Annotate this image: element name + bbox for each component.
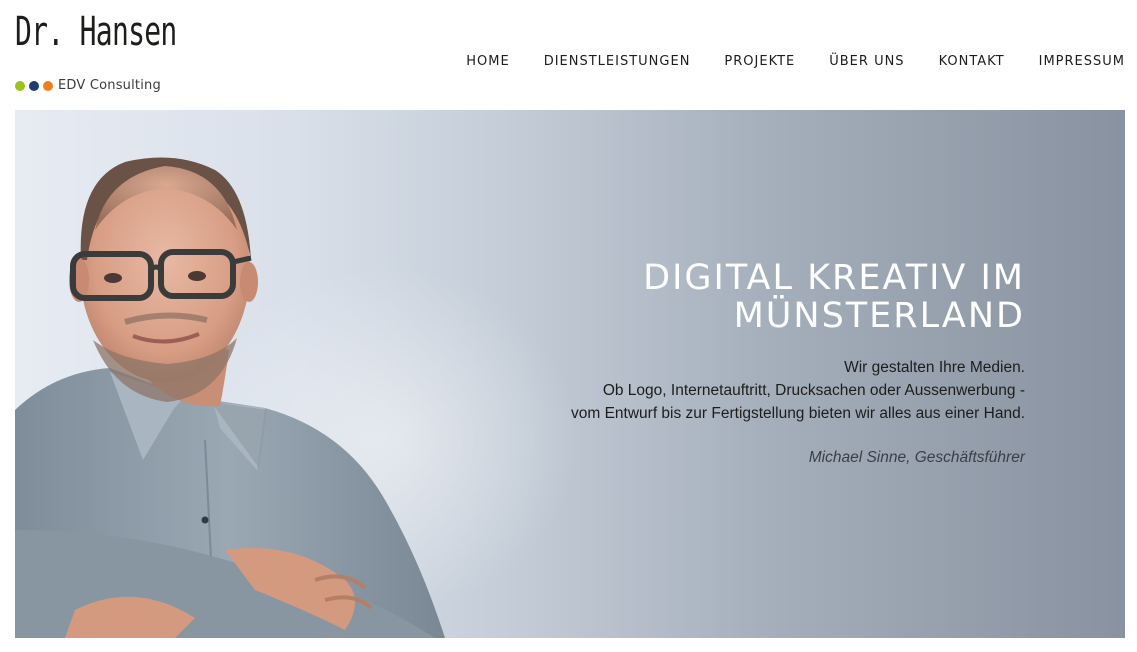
portrait-photo [15,157,445,638]
logo[interactable]: Dr. Hansen EDV Consulting [15,9,177,98]
nav-item-projekte[interactable]: PROJEKTE [724,54,795,69]
main-navigation: HOME DIENSTLEISTUNGEN PROJEKTE ÜBER UNS … [432,54,1125,69]
hero-title-line-1: DIGITAL KREATIV IM [643,258,1025,298]
hero-title-line-2: MÜNSTERLAND [733,295,1025,336]
nav-item-ueber-uns[interactable]: ÜBER UNS [829,54,904,69]
nav-item-home[interactable]: HOME [466,54,509,69]
hero-intro-line-1: Wir gestalten Ihre Medien. [844,358,1025,376]
nav-item-impressum[interactable]: IMPRESSUM [1039,54,1125,69]
hero-banner: DIGITAL KREATIV IM MÜNSTERLAND Wir gesta… [15,110,1125,638]
nav-item-dienstleistungen[interactable]: DIENSTLEISTUNGEN [544,54,691,69]
logo-dot-orange [43,81,53,91]
hero-text-block: DIGITAL KREATIV IM MÜNSTERLAND Wir gesta… [465,258,1025,467]
site-header: Dr. Hansen EDV Consulting HOME DIENSTLEI… [0,0,1137,110]
logo-wordmark: Dr. Hansen [15,9,177,55]
logo-dot-green [15,81,25,91]
hero-title: DIGITAL KREATIV IM MÜNSTERLAND [465,258,1025,336]
logo-dots [15,81,53,91]
hero-intro-line-2: Ob Logo, Internetauftritt, Drucksachen o… [602,381,1025,399]
logo-tagline: EDV Consulting [58,78,161,93]
nav-item-kontakt[interactable]: KONTAKT [939,54,1005,69]
hero-intro-line-3: vom Entwurf bis zur Fertigstellung biete… [570,404,1025,422]
hero-signature: Michael Sinne, Geschäftsführer [808,448,1025,466]
logo-dot-blue [29,81,39,91]
